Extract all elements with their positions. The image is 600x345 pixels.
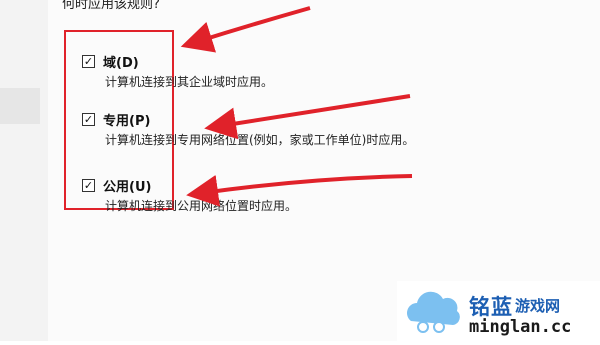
watermark-tagline: 游戏网 — [515, 297, 561, 315]
watermark-logo: 铭蓝 游戏网 minglan.cc — [397, 281, 600, 341]
watermark-url: minglan.cc — [469, 317, 572, 337]
red-arrow-icon — [186, 174, 413, 207]
cloud-icon — [407, 291, 460, 333]
red-arrow-icon — [204, 94, 411, 140]
red-arrow-icon — [180, 6, 311, 53]
